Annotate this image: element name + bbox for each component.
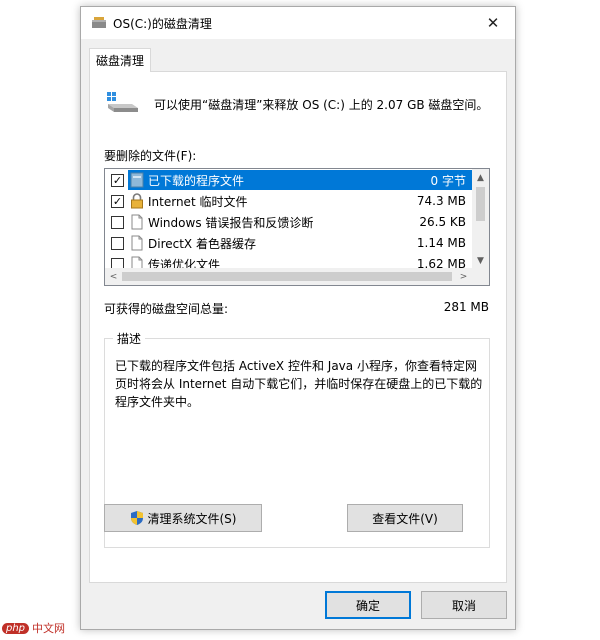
- horizontal-scrollbar[interactable]: < >: [105, 268, 489, 285]
- list-item[interactable]: DirectX 着色器缓存 1.14 MB: [106, 233, 472, 253]
- total-space-label: 可获得的磁盘空间总量:: [104, 302, 229, 316]
- title-bar[interactable]: OS(C:)的磁盘清理 ✕: [81, 7, 515, 39]
- description-text: 已下载的程序文件包括 ActiveX 控件和 Java 小程序，你查看特定网页时…: [115, 359, 483, 409]
- close-icon: ✕: [486, 14, 500, 32]
- vertical-scrollbar[interactable]: ▲ ▼: [472, 169, 489, 269]
- site-watermark: php 中文网: [2, 620, 65, 636]
- scroll-right-icon[interactable]: >: [455, 268, 472, 285]
- space-summary: 可以使用“磁盘清理”来释放 OS (C:) 上的 2.07 GB 磁盘空间。: [154, 98, 489, 112]
- view-files-button[interactable]: 查看文件(V): [347, 504, 463, 532]
- disk-cleanup-app-icon: [92, 17, 106, 28]
- file-name: Internet 临时文件: [148, 194, 248, 209]
- cancel-button[interactable]: 取消: [421, 591, 507, 619]
- close-button[interactable]: ✕: [471, 7, 515, 39]
- scroll-down-icon[interactable]: ▼: [472, 252, 489, 269]
- window-title: OS(C:)的磁盘清理: [113, 17, 212, 31]
- disk-cleanup-window: OS(C:)的磁盘清理 ✕ 磁盘清理 可以使用“磁盘清理”来释放 OS (C:)…: [80, 6, 516, 630]
- watermark-badge: php: [2, 622, 30, 634]
- file-name: 已下载的程序文件: [148, 173, 245, 188]
- checkbox[interactable]: ✓: [111, 174, 124, 187]
- checkbox[interactable]: [111, 216, 124, 229]
- horizontal-scroll-thumb[interactable]: [122, 272, 452, 281]
- total-space-value: 281 MB: [443, 300, 489, 314]
- vertical-scroll-thumb[interactable]: [476, 187, 485, 221]
- file-name: Windows 错误报告和反馈诊断: [148, 215, 314, 230]
- ok-label: 确定: [355, 598, 380, 613]
- folder-file-icon: [130, 172, 144, 188]
- checkbox[interactable]: ✓: [111, 195, 124, 208]
- drive-icon: [107, 92, 138, 112]
- document-icon: [131, 235, 143, 251]
- tab-panel: 可以使用“磁盘清理”来释放 OS (C:) 上的 2.07 GB 磁盘空间。 要…: [89, 71, 507, 583]
- tab-disk-cleanup[interactable]: 磁盘清理: [89, 48, 151, 72]
- ok-button[interactable]: 确定: [325, 591, 411, 619]
- list-item[interactable]: ✓ 已下载的程序文件 0 字节: [106, 170, 472, 190]
- checkbox[interactable]: [111, 237, 124, 250]
- list-item[interactable]: Windows 错误报告和反馈诊断 26.5 KB: [106, 212, 472, 232]
- file-size: 1.14 MB: [416, 236, 466, 250]
- watermark-text: 中文网: [32, 622, 66, 635]
- list-item[interactable]: ✓ Internet 临时文件 74.3 MB: [106, 191, 472, 211]
- cleanup-system-files-button[interactable]: 清理系统文件(S): [104, 504, 262, 532]
- tab-label: 磁盘清理: [95, 54, 144, 68]
- lock-icon: [131, 193, 143, 209]
- description-title: 描述: [113, 330, 146, 347]
- cleanup-system-files-label: 清理系统文件(S): [147, 511, 237, 526]
- uac-shield-icon: [130, 511, 143, 525]
- file-size: 74.3 MB: [416, 194, 466, 208]
- file-size: 26.5 KB: [419, 215, 466, 229]
- file-size: 0 字节: [430, 173, 466, 188]
- document-icon: [131, 214, 143, 230]
- cancel-label: 取消: [451, 598, 476, 613]
- scroll-left-icon[interactable]: <: [105, 268, 122, 285]
- scroll-up-icon[interactable]: ▲: [472, 169, 489, 186]
- view-files-label: 查看文件(V): [372, 511, 438, 526]
- files-to-delete-label: 要删除的文件(F):: [104, 149, 197, 163]
- file-name: DirectX 着色器缓存: [148, 236, 256, 251]
- files-list[interactable]: ✓ 已下载的程序文件 0 字节 ✓ Internet 临时文件 74.3 MB: [104, 168, 490, 286]
